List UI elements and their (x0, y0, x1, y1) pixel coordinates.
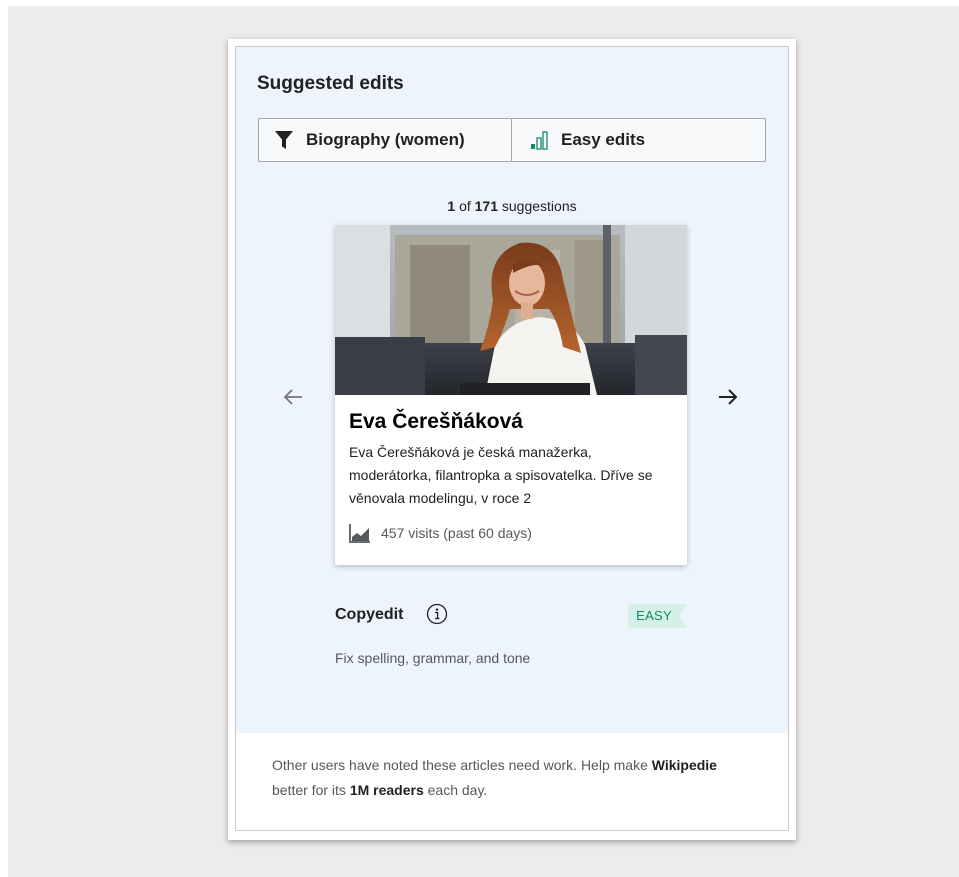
filter-bar: Biography (women) Easy edits (258, 118, 766, 162)
task-description: Fix spelling, grammar, and tone (335, 650, 531, 666)
footer-text-2: better for its (272, 782, 350, 798)
article-image (335, 225, 687, 395)
counter-current: 1 (447, 198, 456, 214)
funnel-icon (274, 130, 294, 150)
next-suggestion-button[interactable] (714, 383, 742, 411)
counter-of: of (459, 198, 471, 214)
footer-readers: 1M readers (349, 782, 424, 798)
footer-site-name: Wikipedie (651, 757, 717, 773)
module-title: Suggested edits (257, 73, 404, 94)
module-upper-section: Suggested edits Biography (women) Easy e… (236, 47, 788, 733)
arrow-right-icon (719, 389, 738, 405)
article-photo (335, 225, 687, 395)
info-icon[interactable] (426, 603, 448, 625)
card-body: Eva Čerešňáková Eva Čerešňáková je česká… (335, 395, 687, 543)
article-extract: Eva Čerešňáková je česká manažerka, mode… (349, 441, 673, 510)
footer-text-1: Other users have noted these articles ne… (272, 757, 652, 773)
difficulty-filter-button[interactable]: Easy edits (512, 119, 765, 161)
task-type-row: Copyedit EASY (335, 602, 687, 630)
difficulty-bars-icon (529, 130, 549, 150)
counter-suffix: suggestions (501, 198, 577, 214)
page-background: Suggested edits Biography (women) Easy e… (8, 6, 959, 877)
chart-icon (349, 523, 371, 543)
difficulty-filter-label: Easy edits (561, 130, 646, 149)
previous-suggestion-button[interactable] (279, 383, 307, 411)
suggestion-card[interactable]: Eva Čerešňáková Eva Čerešňáková je česká… (335, 225, 687, 565)
article-title: Eva Čerešňáková (349, 410, 523, 433)
task-type-name: Copyedit (335, 606, 404, 623)
module-footer: Other users have noted these articles ne… (272, 753, 752, 803)
arrow-left-icon (283, 389, 302, 405)
suggested-edits-module: Suggested edits Biography (women) Easy e… (228, 39, 796, 840)
extract-fade (583, 487, 673, 510)
difficulty-badge: EASY (628, 604, 687, 628)
module-frame: Suggested edits Biography (women) Easy e… (235, 46, 789, 831)
topic-filter-label: Biography (women) (306, 130, 465, 149)
pageviews-row: 457 visits (past 60 days) (349, 523, 673, 543)
counter-total: 171 (474, 198, 498, 214)
suggestion-counter: 1 of 171 suggestions (236, 198, 788, 214)
footer-text-3: each day. (423, 782, 488, 798)
pageviews-text: 457 visits (past 60 days) (381, 525, 532, 541)
topic-filter-button[interactable]: Biography (women) (259, 119, 512, 161)
